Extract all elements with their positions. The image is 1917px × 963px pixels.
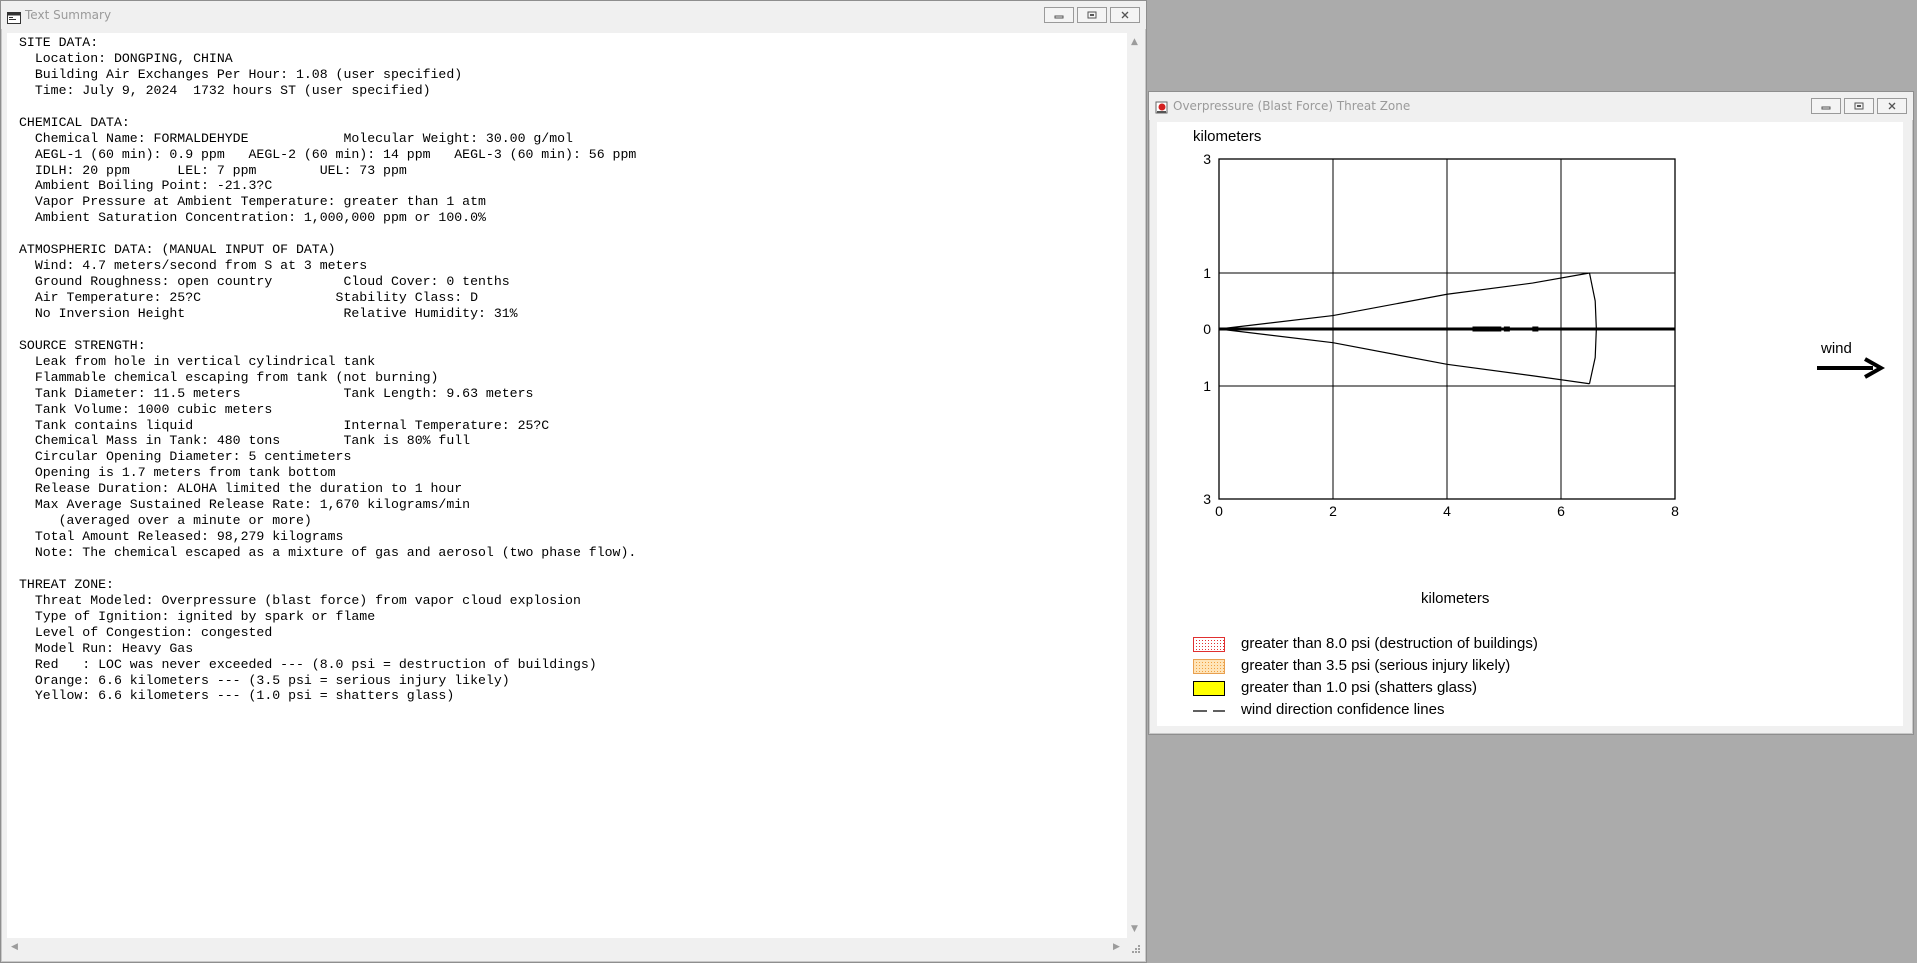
y-tick-label: 3	[1203, 151, 1211, 167]
threat-restore-button[interactable]	[1844, 98, 1874, 114]
minimize-icon	[1054, 15, 1064, 19]
centerline-marker	[1483, 326, 1490, 332]
centerline-marker	[1489, 326, 1496, 332]
centerline-marker	[1532, 326, 1539, 332]
text-summary-titlebar[interactable]: Text Summary	[1, 1, 1146, 29]
legend-swatch-red	[1193, 637, 1225, 652]
close-icon	[1121, 11, 1129, 19]
scroll-left-icon[interactable]: ◀	[11, 942, 18, 952]
close-icon	[1888, 102, 1896, 110]
threat-window-icon	[1155, 100, 1169, 114]
restore-button[interactable]	[1077, 7, 1107, 23]
text-summary-window[interactable]: Text Summary SITE DATA: Location: DONGPI…	[0, 0, 1147, 963]
y-tick-label: 0	[1203, 321, 1211, 337]
threat-close-button[interactable]	[1877, 98, 1907, 114]
x-tick-label: 8	[1671, 503, 1679, 519]
legend-label-red: greater than 8.0 psi (destruction of bui…	[1241, 635, 1538, 652]
scroll-up-icon[interactable]: ▲	[1131, 37, 1138, 47]
x-tick-label: 0	[1215, 503, 1223, 519]
x-tick-label: 2	[1329, 503, 1337, 519]
x-tick-label: 6	[1557, 503, 1565, 519]
centerline-marker	[1495, 326, 1502, 332]
y-tick-label: 1	[1203, 378, 1211, 394]
x-tick-label: 4	[1443, 503, 1451, 519]
threat-window-controls	[1811, 98, 1907, 114]
wind-arrow-icon	[1817, 357, 1885, 379]
legend-swatch-orange	[1193, 659, 1225, 674]
legend-label-orange: greater than 3.5 psi (serious injury lik…	[1241, 657, 1511, 674]
legend-label-confidence: wind direction confidence lines	[1241, 701, 1445, 718]
text-summary-title: Text Summary	[25, 8, 112, 22]
legend-label-yellow: greater than 1.0 psi (shatters glass)	[1241, 679, 1477, 696]
scroll-right-icon[interactable]: ▶	[1113, 942, 1120, 952]
y-tick-label: 1	[1203, 265, 1211, 281]
minimize-icon	[1821, 106, 1831, 110]
summary-text: SITE DATA: Location: DONGPING, CHINA Bui…	[19, 35, 637, 704]
x-axis-label: kilometers	[1421, 590, 1490, 607]
threat-zone-window[interactable]: Overpressure (Blast Force) Threat Zone k…	[1148, 91, 1914, 735]
centerline-marker	[1478, 326, 1485, 332]
size-grip-icon	[1132, 945, 1140, 953]
threat-minimize-button[interactable]	[1811, 98, 1841, 114]
centerline-marker	[1472, 326, 1479, 332]
restore-icon	[1087, 11, 1097, 19]
restore-icon	[1854, 102, 1864, 110]
wind-label: wind	[1821, 340, 1852, 357]
y-tick-label: 3	[1203, 491, 1211, 507]
text-window-icon	[7, 9, 21, 24]
horizontal-scrollbar[interactable]: ◀ ▶	[7, 938, 1127, 956]
size-grip[interactable]	[1127, 938, 1143, 956]
minimize-button[interactable]	[1044, 7, 1074, 23]
scroll-down-icon[interactable]: ▼	[1131, 924, 1138, 934]
threat-zone-title: Overpressure (Blast Force) Threat Zone	[1173, 99, 1411, 113]
centerline-marker	[1503, 326, 1510, 332]
threat-zone-plot-area: kilometers 0246831013 kilometers wind gr…	[1157, 122, 1903, 726]
close-button[interactable]	[1110, 7, 1140, 23]
legend-swatch-yellow	[1193, 681, 1225, 696]
threat-zone-titlebar[interactable]: Overpressure (Blast Force) Threat Zone	[1149, 92, 1913, 120]
text-summary-content[interactable]: SITE DATA: Location: DONGPING, CHINA Bui…	[7, 33, 1127, 938]
vertical-scrollbar[interactable]: ▲ ▼	[1127, 33, 1143, 938]
window-controls	[1044, 7, 1140, 23]
legend-swatch-dashed-line	[1193, 710, 1225, 712]
